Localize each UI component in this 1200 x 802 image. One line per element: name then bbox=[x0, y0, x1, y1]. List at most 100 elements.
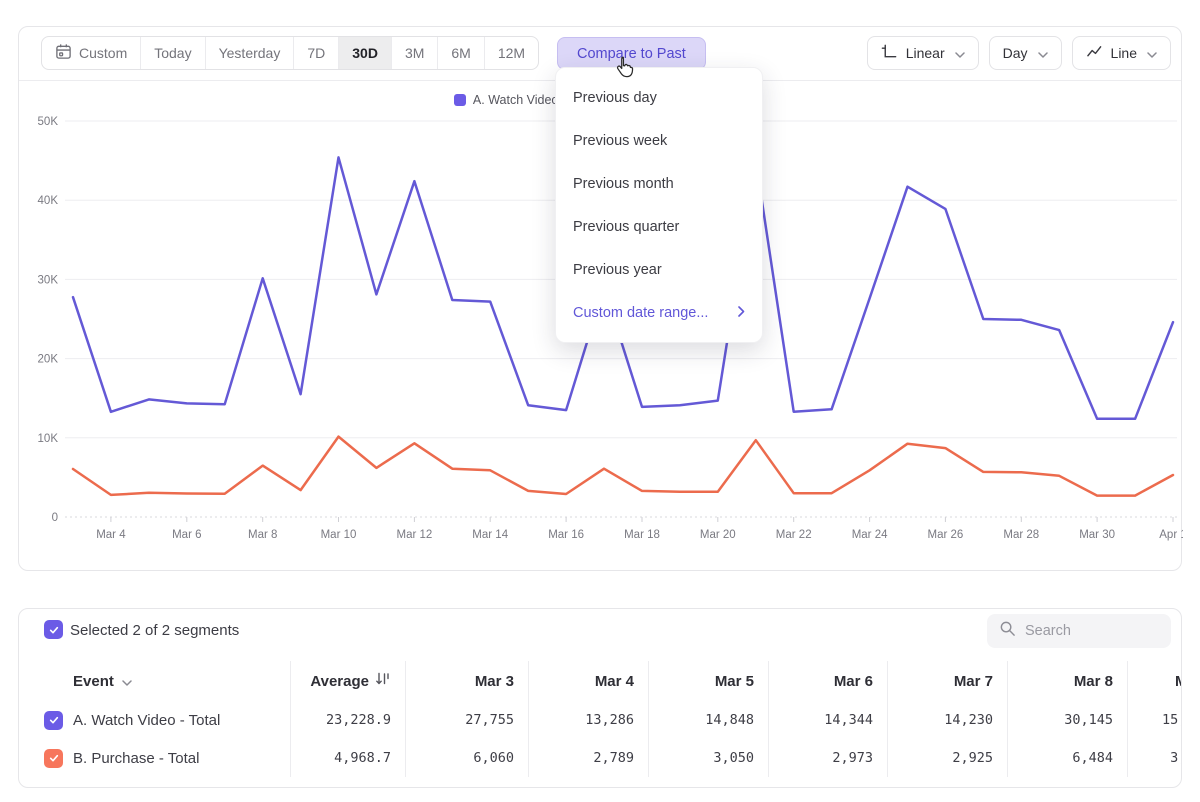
menu-item-previous-week[interactable]: Previous week bbox=[556, 119, 762, 162]
scale-dropdown-label: Linear bbox=[906, 45, 945, 61]
checkmark-icon bbox=[48, 624, 60, 636]
date-range-custom[interactable]: Custom bbox=[42, 37, 140, 69]
cell-mar-8: 30,145 bbox=[1007, 701, 1127, 739]
chevron-down-icon bbox=[955, 45, 965, 61]
x-axis-tick-label: Mar 20 bbox=[700, 529, 736, 541]
cell-mar-3: 6,060 bbox=[405, 739, 528, 777]
select-all-checkbox[interactable] bbox=[44, 620, 63, 639]
row-checkbox[interactable] bbox=[44, 711, 63, 730]
table-header-mar-3[interactable]: Mar 3 bbox=[405, 661, 528, 701]
x-axis-tick-label: Mar 12 bbox=[397, 529, 433, 541]
interval-dropdown-button[interactable]: Day bbox=[989, 36, 1062, 70]
menu-item-label: Previous day bbox=[573, 90, 657, 106]
segments-summary-row: Selected 2 of 2 segments bbox=[19, 609, 1181, 661]
scale-dropdown-button[interactable]: Linear bbox=[867, 36, 979, 70]
date-range-label: Custom bbox=[79, 45, 127, 61]
cell-mar-3: 27,755 bbox=[405, 701, 528, 739]
table-header-mar-6[interactable]: Mar 6 bbox=[768, 661, 887, 701]
cell-mar-4: 13,286 bbox=[528, 701, 648, 739]
date-range-6m[interactable]: 6M bbox=[437, 37, 483, 69]
menu-item-custom-date-range[interactable]: Custom date range... bbox=[556, 291, 762, 334]
compare-to-past-menu: Previous day Previous week Previous month P… bbox=[555, 67, 763, 343]
date-range-label: 30D bbox=[352, 45, 378, 61]
x-axis-tick-label: Mar 10 bbox=[321, 529, 357, 541]
date-range-yesterday[interactable]: Yesterday bbox=[205, 37, 294, 69]
x-axis-tick-label: Mar 14 bbox=[472, 529, 508, 541]
date-range-12m[interactable]: 12M bbox=[484, 37, 538, 69]
date-header-label: Mar 7 bbox=[954, 673, 993, 690]
x-axis-tick-label: Apr 1 bbox=[1159, 529, 1183, 541]
x-axis-tick-label: Mar 24 bbox=[852, 529, 888, 541]
search-icon bbox=[999, 620, 1016, 642]
x-axis-tick-label: Mar 16 bbox=[548, 529, 584, 541]
date-range-label: Yesterday bbox=[219, 45, 281, 61]
chevron-down-icon bbox=[1147, 45, 1157, 61]
chart-type-dropdown-button[interactable]: Line bbox=[1072, 36, 1171, 70]
linear-axis-icon bbox=[881, 43, 898, 63]
table-row-label-b-purchase-total: B. Purchase - Total bbox=[19, 739, 290, 777]
segment-label: B. Purchase - Total bbox=[73, 750, 199, 767]
table-header-mar-4[interactable]: Mar 4 bbox=[528, 661, 648, 701]
x-axis-tick-label: Mar 30 bbox=[1079, 529, 1115, 541]
date-range-control: Custom Today Yesterday 7D 30D 3M 6M12M bbox=[41, 36, 539, 70]
average-header-label: Average bbox=[310, 673, 369, 690]
menu-item-previous-year[interactable]: Previous year bbox=[556, 248, 762, 291]
table-header-mar-7[interactable]: Mar 7 bbox=[887, 661, 1007, 701]
cell-clipped: 15, bbox=[1127, 701, 1182, 739]
search-input[interactable] bbox=[1025, 623, 1155, 639]
segment-label: A. Watch Video - Total bbox=[73, 712, 220, 729]
segments-table: Event Average Mar 3 Mar 4 Mar 5 Mar 6 Mar 7 Mar… bbox=[19, 661, 1182, 777]
x-axis-tick-label: Mar 22 bbox=[776, 529, 812, 541]
hand-cursor-icon bbox=[613, 54, 636, 85]
selected-segments-label: Selected 2 of 2 segments bbox=[70, 622, 239, 639]
date-range-3m[interactable]: 3M bbox=[391, 37, 437, 69]
menu-item-label: Previous quarter bbox=[573, 219, 679, 235]
custom-date-range-label: Custom date range... bbox=[573, 305, 708, 321]
event-header-label: Event bbox=[73, 673, 114, 690]
row-checkbox[interactable] bbox=[44, 749, 63, 768]
menu-item-previous-month[interactable]: Previous month bbox=[556, 162, 762, 205]
chevron-down-icon bbox=[1038, 45, 1048, 61]
cell-mar-5: 3,050 bbox=[648, 739, 768, 777]
table-header-event[interactable]: Event bbox=[19, 661, 290, 701]
cell-clipped: 3, bbox=[1127, 739, 1182, 777]
date-range-7d[interactable]: 7D bbox=[293, 37, 338, 69]
clipped-header-label: M bbox=[1175, 673, 1182, 690]
y-axis-tick-label: 40K bbox=[38, 195, 59, 207]
y-axis-tick-label: 10K bbox=[38, 433, 59, 445]
x-axis-tick-label: Mar 6 bbox=[172, 529, 201, 541]
date-header-label: Mar 4 bbox=[595, 673, 634, 690]
calendar-icon bbox=[55, 43, 72, 63]
x-axis-tick-label: Mar 18 bbox=[624, 529, 660, 541]
menu-item-label: Previous week bbox=[573, 133, 667, 149]
date-header-label: Mar 3 bbox=[475, 673, 514, 690]
y-axis-tick-label: 20K bbox=[38, 354, 59, 366]
series-line-b-purchase-total[interactable] bbox=[73, 437, 1173, 496]
segments-search-box[interactable] bbox=[987, 614, 1171, 648]
chevron-right-icon bbox=[738, 305, 745, 321]
chart-card: CustomTodayYesterday7D30D3M6M12M Compare… bbox=[18, 26, 1182, 571]
interval-dropdown-label: Day bbox=[1003, 45, 1028, 61]
segments-card: Selected 2 of 2 segments Event Average Mar… bbox=[18, 608, 1182, 788]
table-header-mar-5[interactable]: Mar 5 bbox=[648, 661, 768, 701]
line-chart-icon bbox=[1086, 43, 1103, 63]
date-range-label: 3M bbox=[405, 45, 424, 61]
date-header-label: Mar 6 bbox=[834, 673, 873, 690]
table-header-mar-8[interactable]: Mar 8 bbox=[1007, 661, 1127, 701]
x-axis-tick-label: Mar 28 bbox=[1003, 529, 1039, 541]
cell-mar-4: 2,789 bbox=[528, 739, 648, 777]
date-range-today[interactable]: Today bbox=[140, 37, 204, 69]
sort-descending-icon bbox=[375, 671, 391, 691]
cell-mar-5: 14,848 bbox=[648, 701, 768, 739]
cell-mar-6: 14,344 bbox=[768, 701, 887, 739]
date-header-label: Mar 8 bbox=[1074, 673, 1113, 690]
x-axis-tick-label: Mar 4 bbox=[96, 529, 126, 541]
cell-mar-6: 2,973 bbox=[768, 739, 887, 777]
menu-item-previous-day[interactable]: Previous day bbox=[556, 76, 762, 119]
menu-item-previous-quarter[interactable]: Previous quarter bbox=[556, 205, 762, 248]
x-axis-tick-label: Mar 26 bbox=[928, 529, 964, 541]
y-axis-tick-label: 50K bbox=[38, 116, 59, 128]
date-range-30d[interactable]: 30D bbox=[338, 37, 391, 69]
table-header-average[interactable]: Average bbox=[290, 661, 405, 701]
legend-swatch bbox=[454, 94, 466, 106]
